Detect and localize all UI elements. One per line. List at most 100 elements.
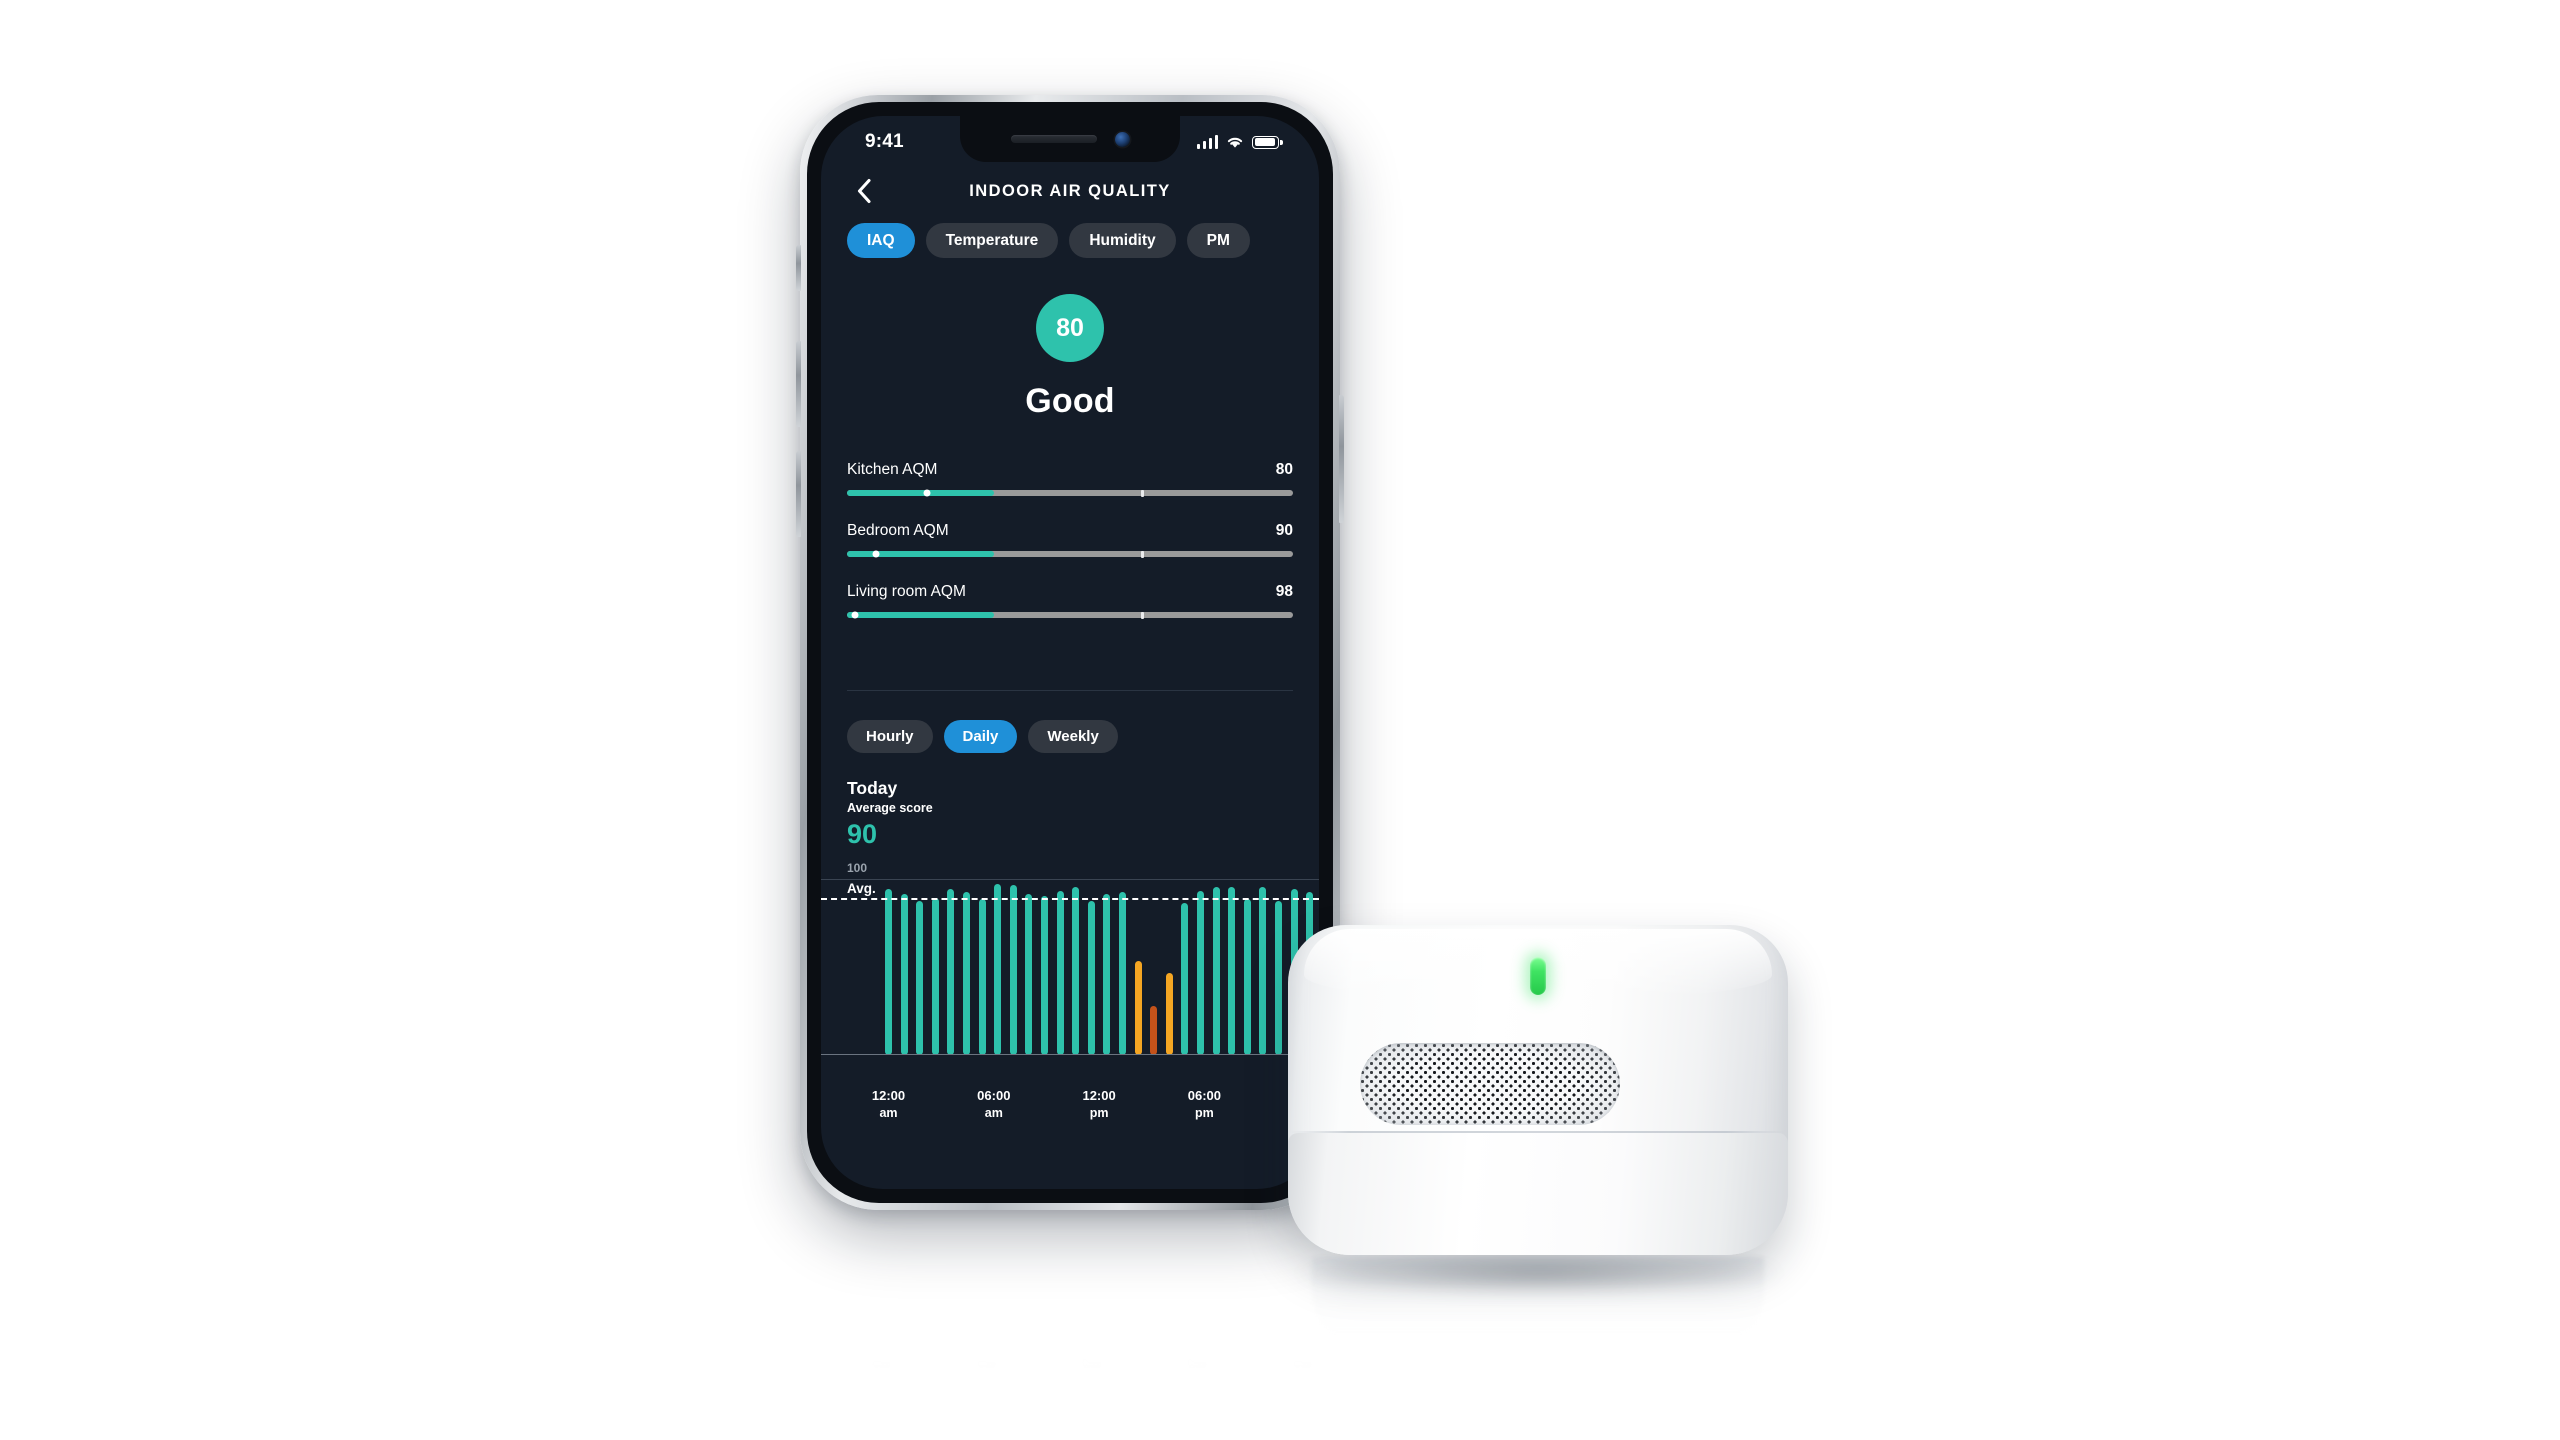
notch — [960, 116, 1180, 162]
chart-bar — [1025, 894, 1033, 1055]
summary-subtitle: Average score — [847, 801, 933, 815]
chart-bar — [1056, 890, 1064, 1055]
chart-bar — [1134, 960, 1142, 1055]
room-list: Kitchen AQM 80 Bedroom AQM 90 Living room AQ… — [847, 461, 1293, 644]
phone-bezel: 9:41 INDOOR AIR QUALITY IAQ Temperature … — [807, 102, 1333, 1203]
room-level-fill — [847, 612, 995, 618]
room-header: Bedroom AQM 90 — [847, 522, 1293, 540]
score-block: 80 Good — [821, 294, 1319, 421]
reflection-x-tick: 12:00 am — [1286, 1358, 1319, 1392]
reflection-tick-time: 12:00 — [1286, 1376, 1320, 1391]
score-label: Good — [1025, 382, 1115, 420]
wifi-icon — [1227, 137, 1243, 148]
room-level-slider[interactable] — [847, 611, 1293, 619]
iaq-bar-chart: 100 Avg. 12:00am06:00am12:00pm06:00pm12:… — [821, 861, 1319, 1120]
chart-bar — [994, 883, 1002, 1055]
metric-tab-temperature[interactable]: Temperature — [925, 223, 1059, 258]
room-header: Living room AQM 98 — [847, 583, 1293, 601]
metric-tab-bar[interactable]: IAQ Temperature Humidity PM — [821, 223, 1319, 258]
x-tick-meridiem: am — [879, 1105, 898, 1120]
volume-down-button[interactable] — [796, 451, 801, 537]
reflection-x-tick: 06:00 am — [970, 1358, 1003, 1392]
chart-bar — [1197, 890, 1204, 1055]
chevron-left-icon — [857, 178, 871, 204]
chart-bar — [1212, 887, 1220, 1055]
chart-bar — [978, 899, 986, 1055]
x-tick-meridiem: am — [984, 1105, 1003, 1120]
range-tab-hourly[interactable]: Hourly — [847, 720, 933, 753]
x-tick-time: 06:00 — [977, 1088, 1011, 1103]
x-tick-meridiem: pm — [1195, 1105, 1214, 1120]
room-row: Kitchen AQM 80 — [847, 461, 1293, 497]
room-level-fill — [847, 490, 995, 496]
chart-bar — [1009, 885, 1017, 1055]
chart-bar — [1150, 1006, 1158, 1055]
section-divider — [847, 690, 1293, 691]
metric-tab-pm[interactable]: PM — [1186, 223, 1250, 258]
range-tab-daily[interactable]: Daily — [943, 720, 1018, 753]
power-button[interactable] — [1339, 395, 1344, 523]
chart-bar — [1072, 887, 1080, 1055]
reflection-tick-time: 12:00 — [864, 1376, 899, 1391]
phone-reflection: 12:00 am 06:00 am 12:00 pm 06:00 pm 12:00 am — [800, 1208, 1340, 1408]
x-tick-meridiem: pm — [1089, 1105, 1109, 1120]
x-axis-tick: 12:00 am — [872, 1087, 905, 1121]
reflection-tick-meridiem: pm — [1188, 1359, 1207, 1374]
reflection-tick-time: 12:00 — [1075, 1376, 1109, 1391]
room-header: Kitchen AQM 80 — [847, 461, 1293, 479]
device-base — [1288, 1133, 1788, 1255]
summary-value: 90 — [847, 819, 878, 849]
reflection-x-tick: 06:00 pm — [1181, 1358, 1214, 1392]
metric-tab-humidity[interactable]: Humidity — [1069, 223, 1176, 258]
room-level-knob[interactable] — [851, 611, 859, 619]
chart-bar — [931, 897, 939, 1055]
chart-bar — [885, 888, 892, 1055]
phone-screen: 9:41 INDOOR AIR QUALITY IAQ Temperature … — [821, 116, 1319, 1189]
chart-baseline — [821, 1053, 1319, 1055]
room-level-tick — [1141, 550, 1144, 558]
device-seam — [1290, 1131, 1786, 1133]
reflection-tick-time: 06:00 — [970, 1376, 1004, 1391]
reflection-x-tick: 12:00 pm — [1075, 1358, 1108, 1392]
silence-switch[interactable] — [796, 245, 801, 291]
chart-x-axis: 12:00am06:00am12:00pm06:00pm12:00am — [821, 1081, 1319, 1133]
chart-bar — [1119, 892, 1126, 1055]
room-row: Living room AQM 98 — [847, 583, 1293, 619]
room-name: Bedroom AQM — [847, 522, 949, 539]
average-line — [821, 897, 1319, 900]
room-level-knob[interactable] — [923, 489, 931, 497]
reflection-x-tick: 12:00 am — [865, 1358, 898, 1392]
chart-bar — [1165, 972, 1173, 1055]
device-body — [1288, 925, 1788, 1255]
battery-icon — [1252, 135, 1283, 149]
range-tab-weekly[interactable]: Weekly — [1028, 720, 1118, 753]
chart-bar — [1181, 902, 1189, 1055]
chart-bar — [916, 901, 924, 1055]
chart-bar — [1243, 899, 1251, 1055]
metric-tab-iaq[interactable]: IAQ — [847, 223, 915, 258]
reflection-tick-meridiem: am — [977, 1359, 996, 1374]
room-level-knob[interactable] — [872, 550, 880, 558]
summary-block: Today Average score 90 — [847, 778, 933, 848]
summary-title: Today — [847, 778, 898, 798]
volume-up-button[interactable] — [796, 341, 801, 427]
chart-bar — [1103, 894, 1111, 1055]
phone-reflection-content: 12:00 am 06:00 am 12:00 pm 06:00 pm 12:00 am — [800, 1208, 1340, 1408]
room-level-slider[interactable] — [847, 550, 1293, 558]
cellular-signal-icon — [1196, 135, 1218, 149]
back-button[interactable] — [847, 174, 881, 208]
device-shadow — [1300, 1250, 1778, 1296]
y-axis-max-label: 100 — [847, 861, 868, 875]
smartphone: 9:41 INDOOR AIR QUALITY IAQ Temperature … — [796, 95, 1344, 1210]
room-value: 98 — [1275, 583, 1293, 600]
front-camera-icon — [1114, 131, 1130, 147]
range-tab-bar[interactable]: Hourly Daily Weekly — [847, 720, 1118, 753]
chart-plot-area: Avg. — [821, 880, 1319, 1055]
status-led-icon — [1530, 957, 1546, 995]
room-level-slider[interactable] — [847, 489, 1293, 497]
chart-bar — [1087, 901, 1095, 1055]
air-quality-monitor-device — [1288, 925, 1788, 1347]
earpiece-speaker-icon — [1010, 135, 1097, 143]
scene: 12:00 am 06:00 am 12:00 pm 06:00 pm 12:00 am 9:41 — [0, 0, 2560, 1440]
chart-bar — [1041, 895, 1048, 1055]
